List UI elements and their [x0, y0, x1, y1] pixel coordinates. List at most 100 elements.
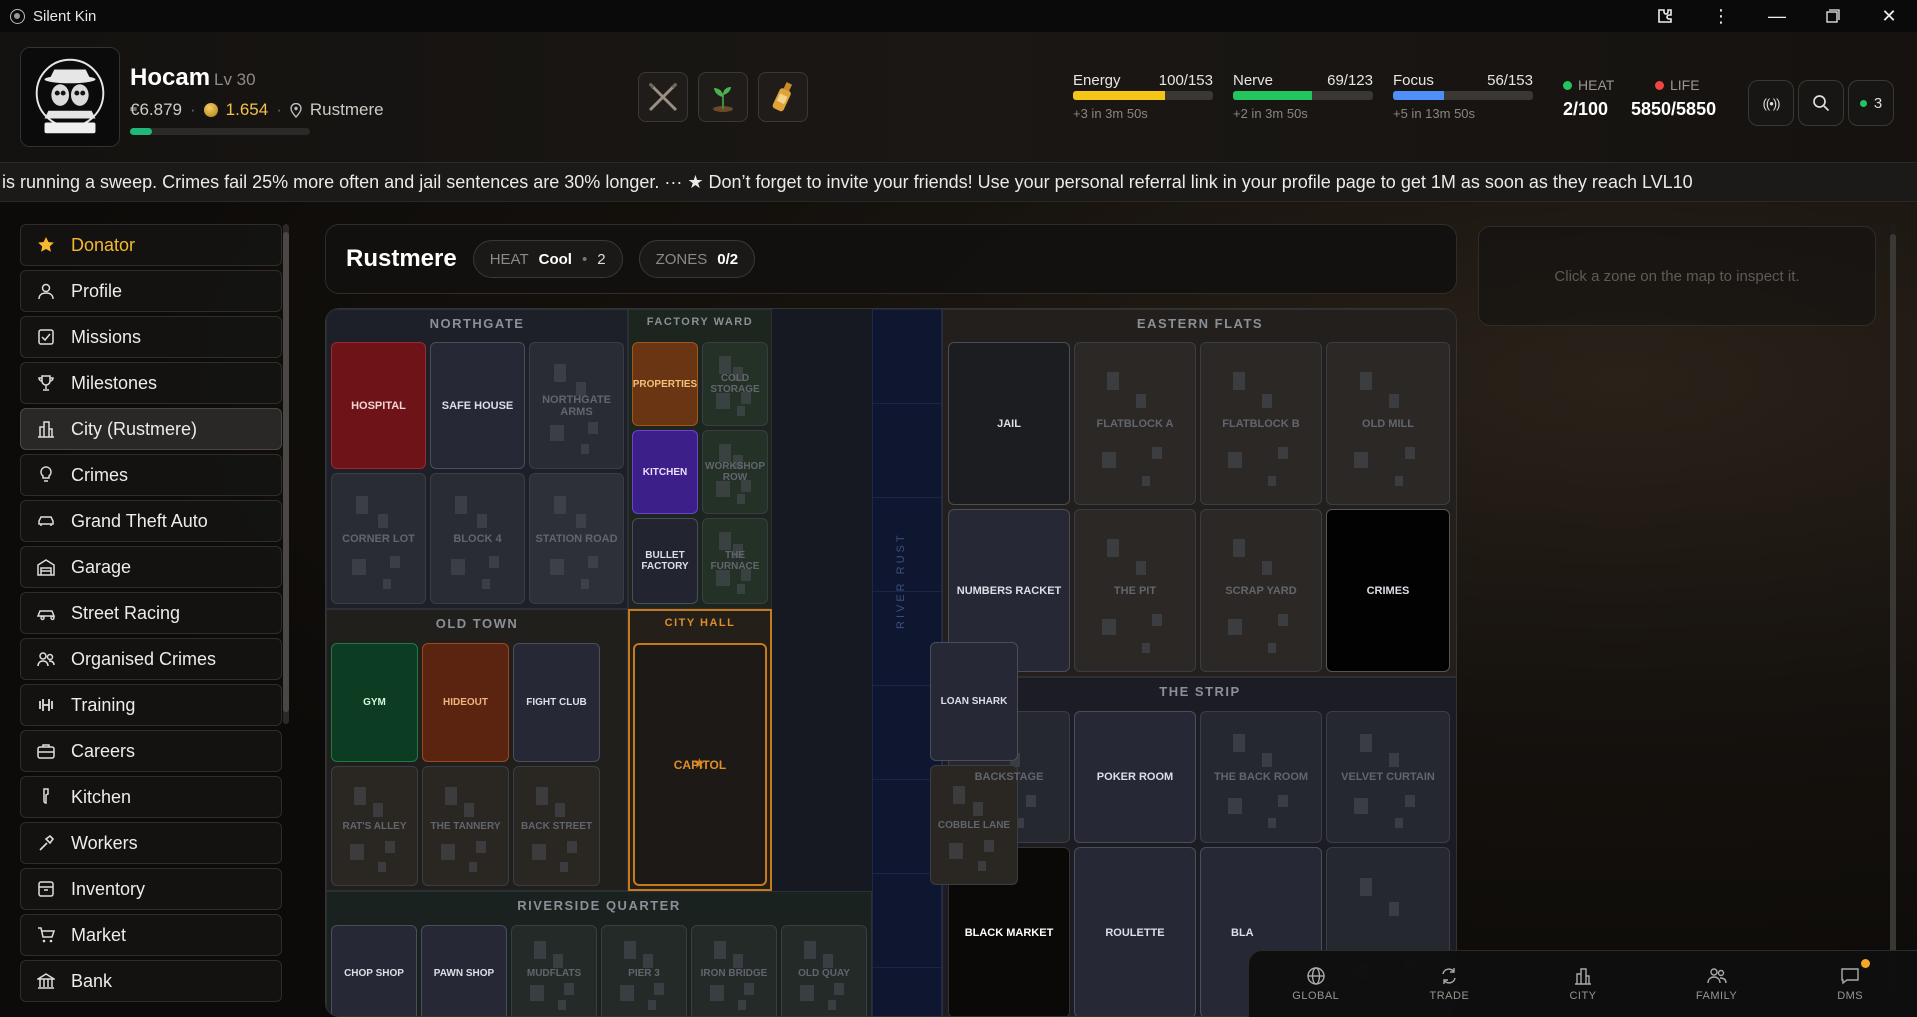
broadcast-button[interactable]: ((•)) [1748, 80, 1794, 126]
sidebar-item-label: City (Rustmere) [71, 418, 198, 439]
user-icon [37, 282, 55, 300]
zone-flatblock-a[interactable]: FLATBLOCK A [1074, 342, 1196, 505]
swap-icon [1442, 968, 1457, 984]
zone-cobble-lane[interactable]: COBBLE LANE [930, 765, 1018, 885]
zone-block-4[interactable]: BLOCK 4 [430, 473, 525, 604]
zone-old-quay[interactable]: OLD QUAY [781, 925, 867, 1016]
window-controls: ⋮ — ✕ [1637, 0, 1917, 32]
search-button[interactable] [1798, 80, 1844, 126]
zone-old-mill[interactable]: OLD MILL [1326, 342, 1450, 505]
zone-gym[interactable]: GYM [331, 643, 418, 762]
zone-station-road[interactable]: STATION ROAD [529, 473, 624, 604]
sidebar-item-inventory[interactable]: Inventory [20, 868, 282, 910]
zone-scrap-yard[interactable]: SCRAP YARD [1200, 509, 1322, 672]
zone-bullet-factory[interactable]: BULLET FACTORY [632, 518, 698, 604]
nerve-fill [1233, 91, 1312, 100]
sidebar-item-organised-crimes[interactable]: Organised Crimes [20, 638, 282, 680]
district-label-northgate: NORTHGATE [429, 316, 525, 331]
window-titlebar: Silent Kin ⋮ — ✕ [0, 0, 1917, 32]
bottom-nav-global[interactable]: GLOBAL [1249, 951, 1383, 1017]
zone-hospital[interactable]: HOSPITAL [331, 342, 426, 469]
more-options-icon[interactable]: ⋮ [1693, 0, 1749, 32]
sidebar-item-donator[interactable]: Donator [20, 224, 282, 266]
close-button[interactable]: ✕ [1861, 0, 1917, 32]
zone-mudflats[interactable]: MUDFLATS [511, 925, 597, 1016]
sidebar-item-kitchen[interactable]: Kitchen [20, 776, 282, 818]
sidebar-item-market[interactable]: Market [20, 914, 282, 956]
focus-label: Focus [1393, 72, 1434, 89]
zone-cold-storage[interactable]: COLD STORAGE [702, 342, 768, 426]
sidebar-item-careers[interactable]: Careers [20, 730, 282, 772]
chat-icon [1841, 968, 1859, 985]
zone-poker-room[interactable]: POKER ROOM [1074, 711, 1196, 843]
car-icon [37, 512, 55, 530]
sidebar-item-bank[interactable]: Bank [20, 960, 282, 1002]
equipment-slot-weapon[interactable] [638, 72, 688, 122]
zone-properties[interactable]: PROPERTIES [632, 342, 698, 426]
zone-chop-shop[interactable]: CHOP SHOP [331, 925, 417, 1016]
sidebar-item-grand-theft-auto[interactable]: Grand Theft Auto [20, 500, 282, 542]
zone-loan-shark[interactable]: LOAN SHARK [930, 642, 1018, 761]
dms-unread-dot [1861, 959, 1871, 968]
zone-the-tannery[interactable]: THE TANNERY [422, 766, 509, 886]
online-count: 3 [1873, 94, 1883, 112]
sidebar-item-label: Street Racing [71, 602, 181, 623]
online-users-button[interactable]: 3 [1848, 80, 1894, 126]
zone-northgate-arms[interactable]: NORTHGATE ARMS [529, 342, 624, 469]
bottom-nav-trade[interactable]: TRADE [1383, 951, 1517, 1017]
sidebar-item-profile[interactable]: Profile [20, 270, 282, 312]
zone-the-furnace[interactable]: THE FURNACE [702, 518, 768, 604]
plant-icon [713, 87, 733, 112]
equipment-slot-bottle[interactable] [758, 72, 808, 122]
sidebar-scrollbar[interactable] [283, 224, 289, 724]
zone-hideout[interactable]: HIDEOUT [422, 643, 509, 762]
bottom-nav-dms[interactable]: DMS [1783, 951, 1917, 1017]
maximize-button[interactable] [1805, 0, 1861, 32]
zone-rats-alley[interactable]: RAT'S ALLEY [331, 766, 418, 886]
equipment-slot-plant[interactable] [698, 72, 748, 122]
nerve-label: Nerve [1233, 72, 1274, 89]
sidebar-item-street-racing[interactable]: Street Racing [20, 592, 282, 634]
bottom-nav-family[interactable]: FAMILY [1650, 951, 1784, 1017]
zone-kitchen[interactable]: KITCHEN [632, 430, 698, 514]
city-heat-state: Cool [538, 250, 572, 268]
sidebar-item-city-rustmere[interactable]: City (Rustmere) [20, 408, 282, 450]
zone-flatblock-b[interactable]: FLATBLOCK B [1200, 342, 1322, 505]
minimize-button[interactable]: — [1749, 0, 1805, 32]
zone-fight-club[interactable]: FIGHT CLUB [513, 643, 600, 762]
sidebar-item-missions[interactable]: Missions [20, 316, 282, 358]
zone-back-street[interactable]: BACK STREET [513, 766, 600, 886]
life-value: 5850/5850 [1631, 99, 1717, 119]
energy-label: Energy [1073, 72, 1121, 89]
heat-status-dot [1563, 80, 1572, 90]
bottom-nav-city[interactable]: CITY [1516, 951, 1650, 1017]
zone-roulette[interactable]: ROULETTE [1074, 847, 1196, 1016]
energy-fill [1073, 91, 1165, 100]
zone-pawn-shop[interactable]: PAWN SHOP [421, 925, 507, 1016]
sidebar-item-workers[interactable]: Workers [20, 822, 282, 864]
zone-pier-3[interactable]: PIER 3 [601, 925, 687, 1016]
zone-the-back-room[interactable]: THE BACK ROOM [1200, 711, 1322, 843]
sidebar-item-crimes[interactable]: Crimes [20, 454, 282, 496]
zone-crimes[interactable]: CRIMES [1326, 509, 1450, 672]
sidebar-item-training[interactable]: Training [20, 684, 282, 726]
extensions-icon[interactable] [1637, 0, 1693, 32]
page-scrollbar[interactable] [1890, 224, 1896, 1017]
zone-jail[interactable]: JAIL [948, 342, 1070, 505]
zone-workshop-row[interactable]: WORKSHOP ROW [702, 430, 768, 514]
zone-the-pit[interactable]: THE PIT [1074, 509, 1196, 672]
sidebar-item-garage[interactable]: Garage [20, 546, 282, 588]
zone-velvet-curtain[interactable]: VELVET CURTAIN [1326, 711, 1450, 843]
city-zones-chip: ZONES 0/2 [638, 240, 756, 278]
zone-capitol[interactable]: ★ CAPITOL [633, 643, 767, 886]
broadcast-icon: ((•)) [1762, 95, 1781, 111]
globe-icon [1307, 967, 1325, 985]
zone-iron-bridge[interactable]: IRON BRIDGE [691, 925, 777, 1016]
zone-corner-lot[interactable]: CORNER LOT [331, 473, 426, 604]
sidebar-item-milestones[interactable]: Milestones [20, 362, 282, 404]
avatar[interactable] [20, 47, 120, 147]
city-zones-value: 0/2 [717, 250, 739, 268]
coin-icon [203, 103, 218, 117]
zone-safe-house[interactable]: SAFE HOUSE [430, 342, 525, 469]
player-name: Hocam [130, 64, 211, 91]
